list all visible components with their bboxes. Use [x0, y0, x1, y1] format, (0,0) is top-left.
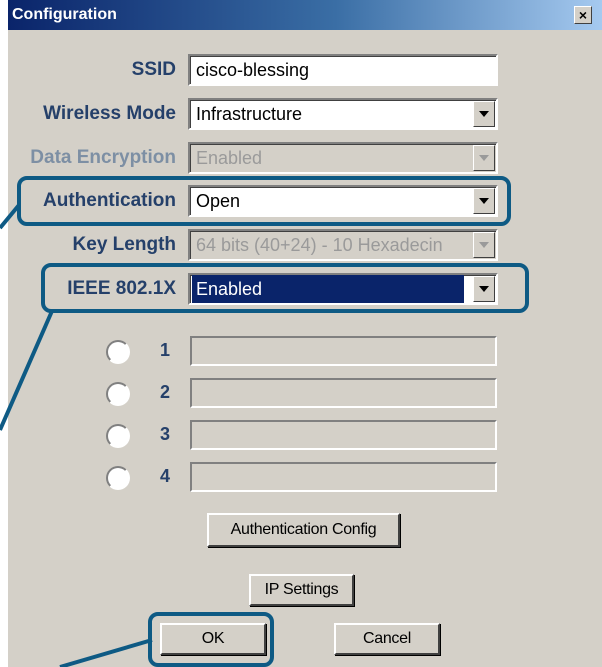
authentication-config-button[interactable]: Authentication Config: [207, 513, 400, 547]
data-encryption-select: Enabled: [188, 142, 498, 174]
ieee-highlight: [41, 263, 529, 313]
key-1-number: 1: [160, 340, 171, 360]
chevron-down-icon: [473, 232, 495, 258]
key-length-select: 64 bits (40+24) - 10 Hexadecin: [188, 229, 498, 261]
close-icon[interactable]: ×: [574, 6, 592, 24]
ssid-value: cisco-blessing: [196, 60, 310, 80]
key-length-value: 64 bits (40+24) - 10 Hexadecin: [196, 235, 443, 255]
key-4-field: [190, 462, 497, 492]
key-4-number: 4: [160, 466, 171, 486]
key-4-radio[interactable]: [106, 466, 130, 490]
key-length-label: Key Length: [72, 234, 176, 255]
key-1-field: [190, 336, 497, 366]
key-2-field: [190, 378, 497, 408]
wireless-mode-select[interactable]: Infrastructure: [188, 98, 498, 130]
key-2-radio[interactable]: [106, 382, 130, 406]
chevron-down-icon[interactable]: [473, 101, 495, 127]
key-3-number: 3: [160, 424, 171, 444]
window-title: Configuration: [12, 6, 117, 23]
ip-settings-button[interactable]: IP Settings: [249, 574, 354, 606]
authentication-highlight: [17, 176, 511, 226]
cancel-button[interactable]: Cancel: [334, 623, 440, 655]
ok-highlight: [148, 612, 274, 667]
wireless-mode-value: Infrastructure: [196, 104, 303, 124]
chevron-down-icon: [473, 145, 495, 171]
key-2-number: 2: [160, 382, 171, 402]
data-encryption-value: Enabled: [196, 148, 263, 168]
data-encryption-label: Data Encryption: [30, 147, 176, 168]
ssid-label: SSID: [131, 59, 176, 80]
key-3-field: [190, 420, 497, 450]
title-bar[interactable]: Configuration ×: [8, 0, 602, 30]
key-1-radio[interactable]: [106, 340, 130, 364]
wireless-mode-label: Wireless Mode: [43, 103, 176, 124]
key-3-radio[interactable]: [106, 424, 130, 448]
ssid-input[interactable]: cisco-blessing: [188, 54, 498, 86]
